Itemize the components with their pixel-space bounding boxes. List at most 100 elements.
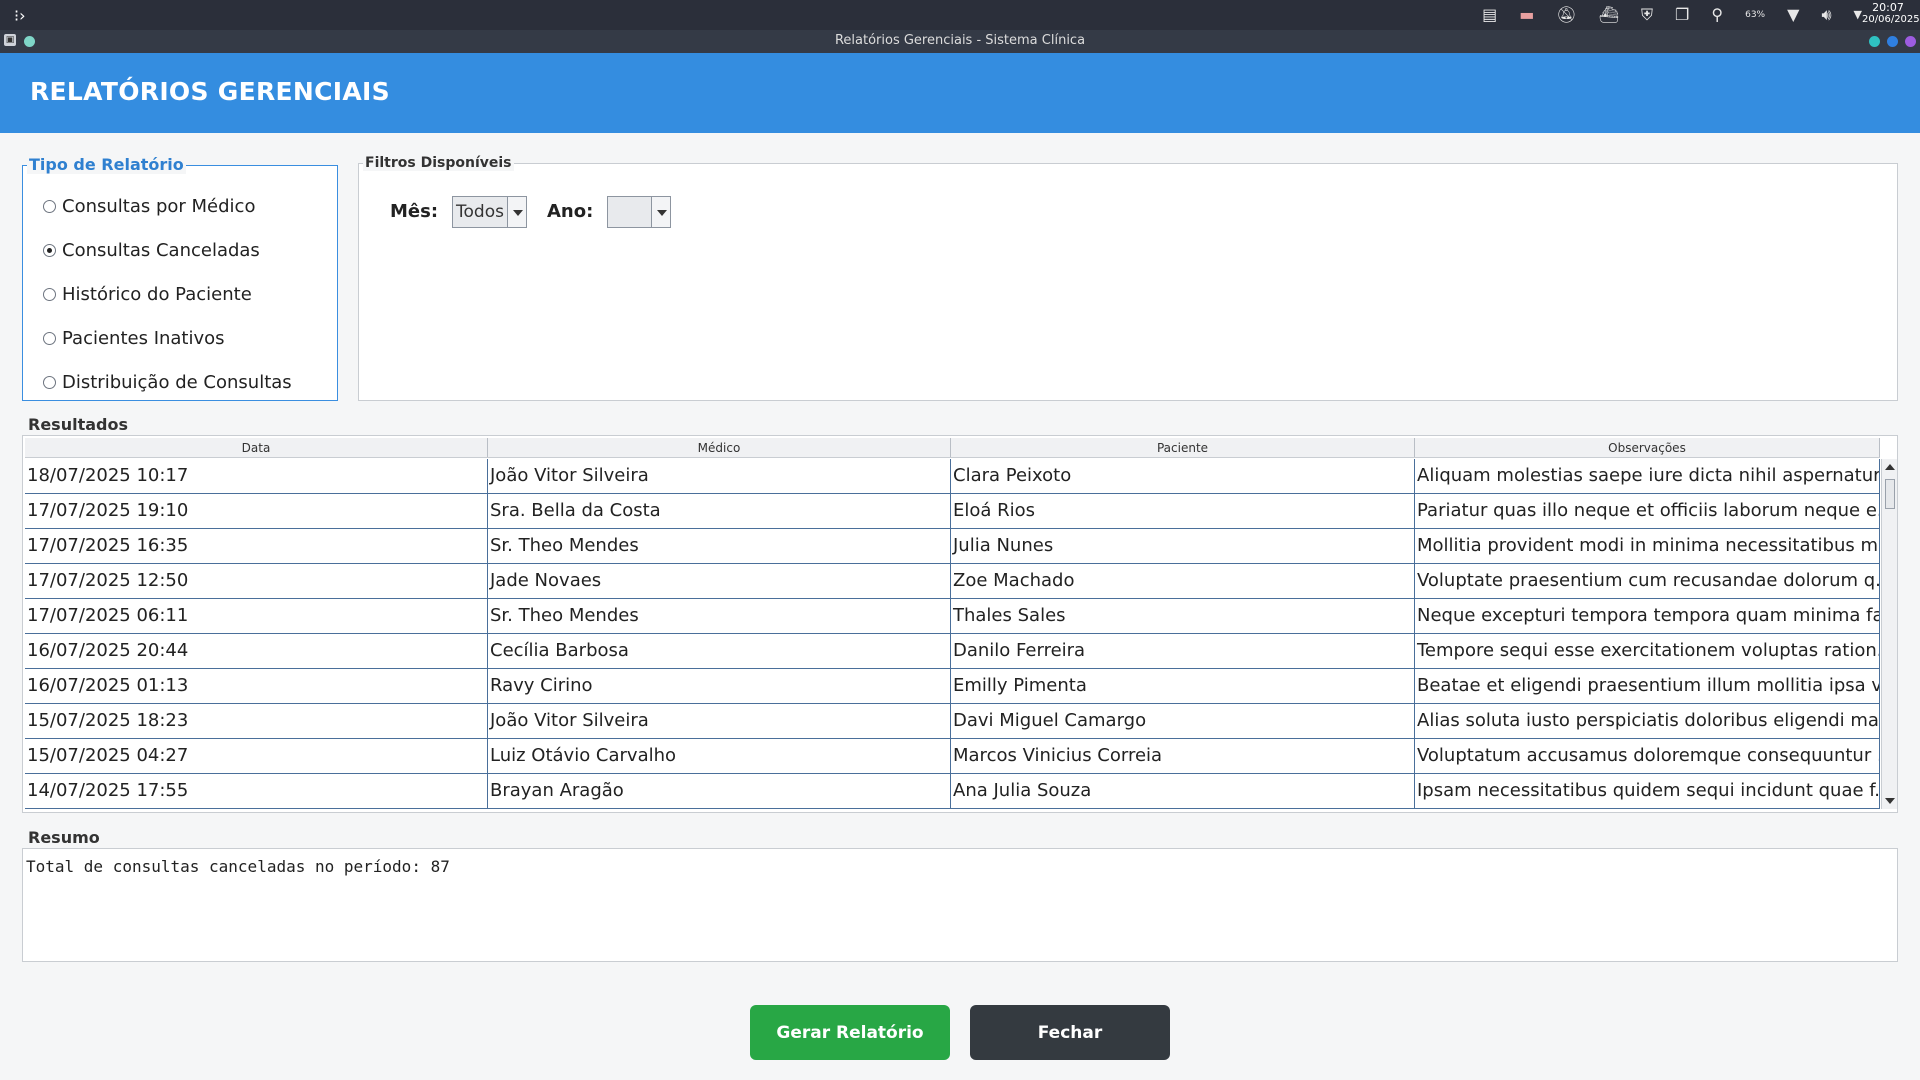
table-row[interactable]: 16/07/2025 01:13 Ravy Cirino Emilly Piment… <box>25 669 1880 704</box>
radio-consultas-por-medico[interactable]: Consultas por Médico <box>43 196 255 217</box>
table-row[interactable]: 15/07/2025 04:27 Luiz Otávio Carvalho Marc… <box>25 739 1880 774</box>
table-cell: Sra. Bella da Costa <box>488 494 951 528</box>
results-scrollbar[interactable] <box>1881 459 1897 809</box>
table-cell: Julia Nunes <box>951 529 1415 563</box>
radio-button-icon[interactable] <box>43 288 56 301</box>
radio-button-icon[interactable] <box>43 200 56 213</box>
radio-distribuicao-de-consultas[interactable]: Distribuição de Consultas <box>43 372 292 393</box>
window-list-icon[interactable]: ▤ <box>1482 5 1497 25</box>
battery-icon[interactable]: 63% <box>1745 5 1765 25</box>
window-minimize-button[interactable] <box>1869 36 1880 47</box>
table-row[interactable]: 16/07/2025 20:44 Cecília Barbosa Danilo Fe… <box>25 634 1880 669</box>
system-tray: ▤ ▬ 🔕︎ ⛴︎ ⛨ ❐ ⚲ 63% ▼ 🔊︎ ▼ <box>1482 5 1862 25</box>
table-cell: 17/07/2025 16:35 <box>25 529 488 563</box>
scroll-down-icon[interactable] <box>1885 798 1895 804</box>
table-cell: Tempore sequi esse exercitationem volupt… <box>1415 634 1880 668</box>
page-title: RELATÓRIOS GERENCIAIS <box>30 77 390 106</box>
year-label: Ano: <box>547 201 594 222</box>
generate-report-button[interactable]: Gerar Relatório <box>750 1005 950 1060</box>
table-row[interactable]: 17/07/2025 16:35 Sr. Theo Mendes Julia Nun… <box>25 529 1880 564</box>
wifi-icon[interactable]: ▼ <box>1787 5 1799 25</box>
shield-icon[interactable]: ⛨ <box>1641 5 1653 25</box>
chevron-down-icon[interactable] <box>651 197 670 227</box>
column-header-data[interactable]: Data <box>25 438 488 457</box>
column-header-medico[interactable]: Médico <box>488 438 951 457</box>
summary-text: Total de consultas canceladas no período… <box>26 857 450 876</box>
table-cell: 18/07/2025 10:17 <box>25 459 488 493</box>
results-group: Resultados Data Médico Paciente Observaç… <box>22 415 1898 813</box>
radio-label: Pacientes Inativos <box>62 328 225 349</box>
scroll-up-icon[interactable] <box>1885 464 1895 470</box>
radio-label: Histórico do Paciente <box>62 284 252 305</box>
table-cell: Danilo Ferreira <box>951 634 1415 668</box>
table-cell: João Vitor Silveira <box>488 704 951 738</box>
clipboard-icon[interactable]: ❐ <box>1675 5 1689 25</box>
table-cell: Beatae et eligendi praesentium illum mol… <box>1415 669 1880 703</box>
radio-consultas-canceladas[interactable]: Consultas Canceladas <box>43 240 260 261</box>
table-row[interactable]: 18/07/2025 10:17 João Vitor Silveira Clara… <box>25 459 1880 494</box>
system-top-bar: ⁝› ▤ ▬ 🔕︎ ⛴︎ ⛨ ❐ ⚲ 63% ▼ 🔊︎ ▼ 20:07 20/0… <box>0 0 1920 30</box>
month-select[interactable]: Todos <box>452 196 527 228</box>
radio-label: Consultas por Médico <box>62 196 256 217</box>
table-cell: Emilly Pimenta <box>951 669 1415 703</box>
table-row[interactable]: 15/07/2025 18:23 João Vitor Silveira Davi … <box>25 704 1880 739</box>
app-launcher-icon[interactable]: ⁝› <box>14 6 25 25</box>
radio-button-icon[interactable] <box>43 376 56 389</box>
radio-button-selected-icon[interactable] <box>43 244 56 257</box>
table-cell: Aliquam molestias saepe iure dicta nihil… <box>1415 459 1880 493</box>
table-cell: Brayan Aragão <box>488 774 951 808</box>
radio-button-icon[interactable] <box>43 332 56 345</box>
table-cell: Clara Peixoto <box>951 459 1415 493</box>
chevron-down-icon[interactable]: ▼ <box>1854 5 1862 25</box>
radio-pacientes-inativos[interactable]: Pacientes Inativos <box>43 328 225 349</box>
flag-icon[interactable]: ▬ <box>1519 5 1534 25</box>
table-row[interactable]: 14/07/2025 17:55 Brayan Aragão Ana Julia S… <box>25 774 1880 809</box>
table-cell: Cecília Barbosa <box>488 634 951 668</box>
filters-group: Filtros Disponíveis Mês: Todos Ano: <box>358 155 1898 401</box>
table-cell: Jade Novaes <box>488 564 951 598</box>
filters-legend: Filtros Disponíveis <box>363 155 514 171</box>
notifications-off-icon[interactable]: 🔕︎ <box>1556 5 1576 25</box>
table-cell: Luiz Otávio Carvalho <box>488 739 951 773</box>
table-cell: Alias soluta iusto perspiciatis doloribu… <box>1415 704 1880 738</box>
table-cell: Ipsam necessitatibus quidem sequi incidu… <box>1415 774 1880 808</box>
table-cell: Mollitia provident modi in minima necess… <box>1415 529 1880 563</box>
column-header-observacoes[interactable]: Observações <box>1415 438 1880 457</box>
chevron-down-icon[interactable] <box>507 197 526 227</box>
table-body: 18/07/2025 10:17 João Vitor Silveira Clara… <box>25 459 1880 809</box>
table-row[interactable]: 17/07/2025 19:10 Sra. Bella da Costa Eloá … <box>25 494 1880 529</box>
column-header-paciente[interactable]: Paciente <box>951 438 1415 457</box>
table-cell: Sr. Theo Mendes <box>488 529 951 563</box>
table-cell: Ana Julia Souza <box>951 774 1415 808</box>
year-select[interactable] <box>607 196 671 228</box>
page-header: RELATÓRIOS GERENCIAIS <box>0 53 1920 133</box>
table-cell: Zoe Machado <box>951 564 1415 598</box>
table-cell: Thales Sales <box>951 599 1415 633</box>
radio-label: Consultas Canceladas <box>62 240 260 261</box>
table-cell: 17/07/2025 06:11 <box>25 599 488 633</box>
location-icon[interactable]: ⚲ <box>1711 5 1723 25</box>
radio-historico-do-paciente[interactable]: Histórico do Paciente <box>43 284 252 305</box>
scroll-thumb[interactable] <box>1885 479 1895 509</box>
table-cell: Voluptate praesentium cum recusandae dol… <box>1415 564 1880 598</box>
report-type-group: Tipo de Relatório Consultas por Médico C… <box>22 155 338 401</box>
summary-textarea[interactable]: Total de consultas canceladas no período… <box>22 848 1898 962</box>
table-cell: Marcos Vinicius Correia <box>951 739 1415 773</box>
table-header: Data Médico Paciente Observações <box>25 438 1880 458</box>
table-cell: Ravy Cirino <box>488 669 951 703</box>
docker-icon[interactable]: ⛴︎ <box>1599 5 1619 25</box>
table-cell: 17/07/2025 12:50 <box>25 564 488 598</box>
table-row[interactable]: 17/07/2025 12:50 Jade Novaes Zoe Machado Vo… <box>25 564 1880 599</box>
table-row[interactable]: 17/07/2025 06:11 Sr. Theo Mendes Thales Sa… <box>25 599 1880 634</box>
clock[interactable]: 20:07 20/06/2025 <box>1862 1 1920 26</box>
window-close-button[interactable] <box>1905 36 1916 47</box>
close-button[interactable]: Fechar <box>970 1005 1170 1060</box>
window-title: Relatórios Gerenciais - Sistema Clínica <box>834 33 1086 48</box>
summary-group: Resumo Total de consultas canceladas no … <box>22 828 1898 962</box>
volume-icon[interactable]: 🔊︎ <box>1821 5 1831 25</box>
summary-legend: Resumo <box>28 828 100 847</box>
table-cell: João Vitor Silveira <box>488 459 951 493</box>
report-type-legend: Tipo de Relatório <box>27 155 186 174</box>
window-maximize-button[interactable] <box>1887 36 1898 47</box>
clock-time: 20:07 <box>1872 1 1904 14</box>
